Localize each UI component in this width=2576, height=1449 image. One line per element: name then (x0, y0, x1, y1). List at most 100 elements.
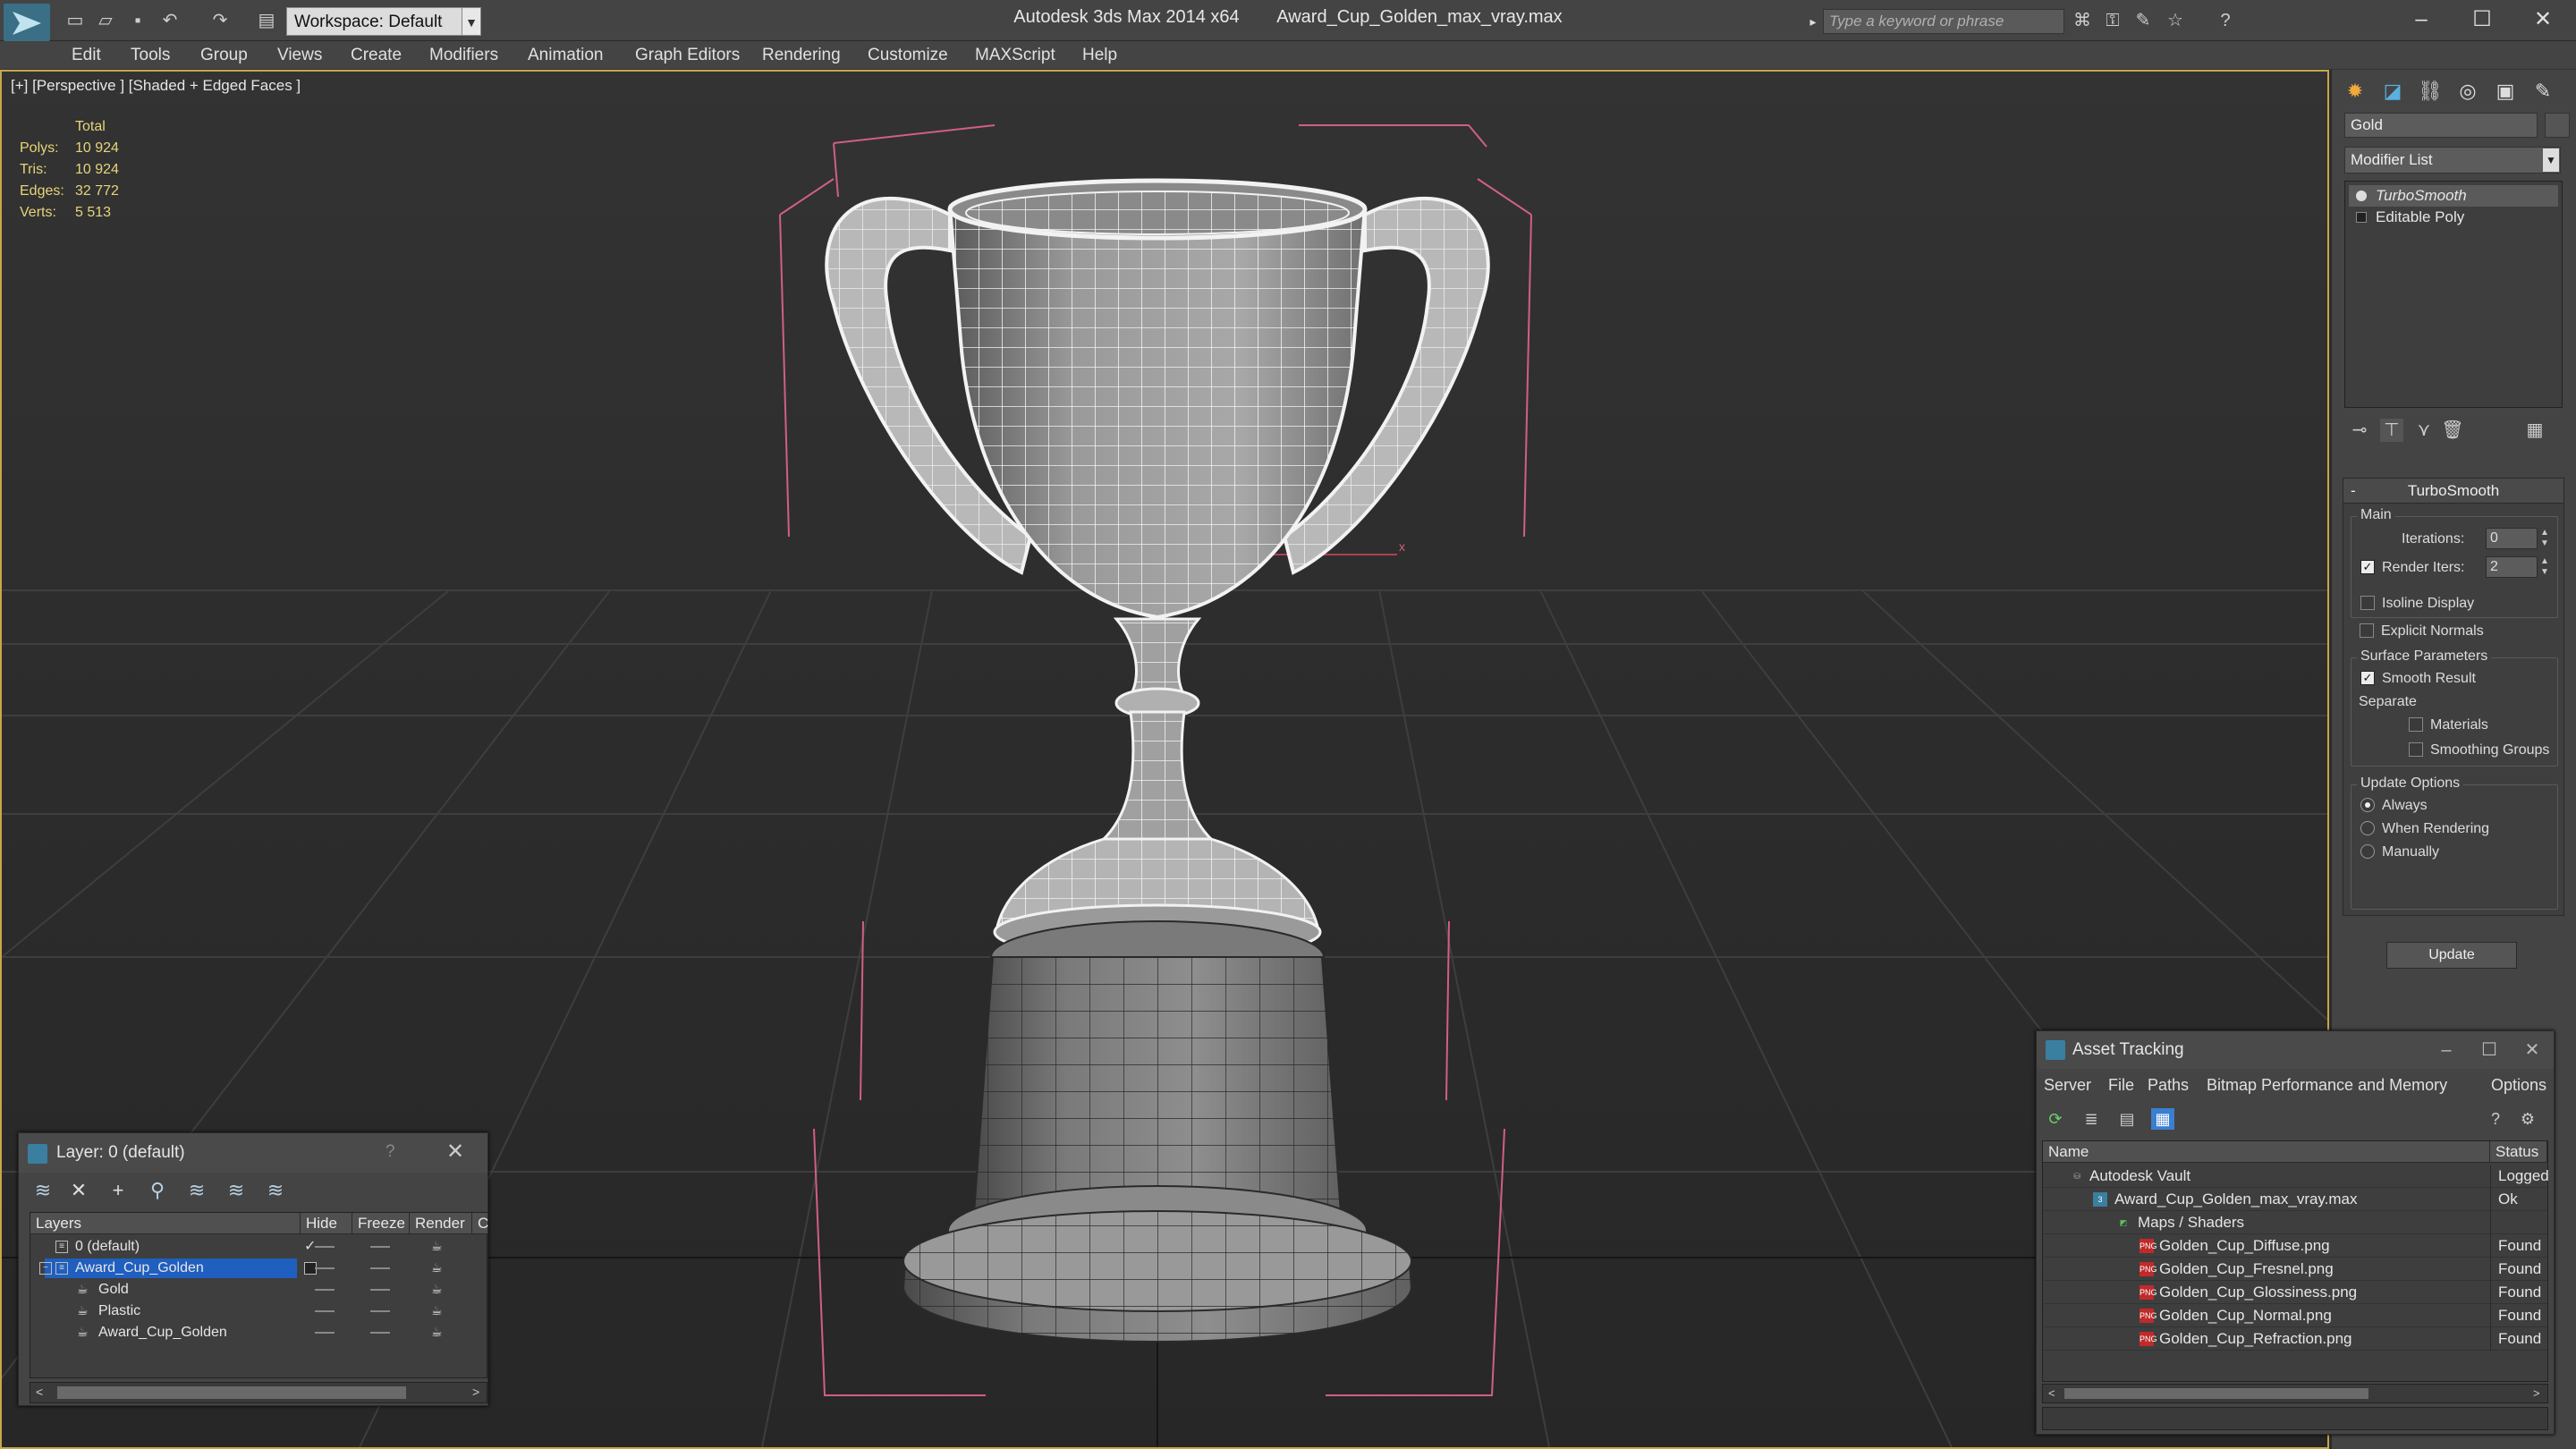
thumbnail-view-icon[interactable]: ▤ (2115, 1108, 2139, 1130)
asset-row[interactable]: ⛁ Autodesk Vault Logged (2043, 1165, 2549, 1188)
menu-rendering[interactable]: Rendering (762, 41, 841, 70)
list-view-icon[interactable]: ≣ (2080, 1108, 2103, 1130)
chevron-down-icon[interactable]: ▼ (2543, 148, 2559, 172)
render-teapot-icon[interactable]: ☕ (431, 1240, 449, 1252)
menu-paths[interactable]: Paths (2148, 1071, 2189, 1099)
save-icon[interactable]: ▪ (127, 11, 148, 30)
asset-row[interactable]: 3 Award_Cup_Golden_max_vray.max Ok (2043, 1188, 2547, 1211)
col-hide[interactable]: Hide (301, 1213, 352, 1234)
render-teapot-icon[interactable]: ☕ (431, 1304, 449, 1317)
stack-item-turbosmooth[interactable]: TurboSmooth (2349, 185, 2558, 207)
scroll-right-icon[interactable]: > (472, 1385, 479, 1399)
freeze-toggle[interactable] (370, 1310, 390, 1312)
menu-server[interactable]: Server (2044, 1071, 2091, 1099)
show-end-result-icon[interactable]: ⊤ (2380, 419, 2403, 442)
col-name[interactable]: Name (2043, 1141, 2490, 1163)
hide-toggle[interactable] (315, 1267, 335, 1269)
display-tab-icon[interactable]: ▣ (2489, 75, 2521, 107)
viewport-label[interactable]: [+] [Perspective ] [Shaded + Edged Faces… (11, 77, 301, 95)
maximize-button[interactable]: ☐ (2471, 1035, 2507, 1065)
menu-help[interactable]: Help (1082, 41, 1117, 70)
menu-animation[interactable]: Animation (528, 41, 604, 70)
menu-options[interactable]: Options (2491, 1071, 2546, 1099)
layer-dialog-title[interactable]: Layer: 0 (default) (19, 1133, 487, 1173)
search-expand-icon[interactable]: ▸ (1805, 9, 1821, 34)
hide-all-icon[interactable]: ≋ (223, 1178, 250, 1203)
menu-tools[interactable]: Tools (131, 41, 170, 70)
layer-row[interactable]: − ≡ Award_Cup_Golden ☕ (30, 1258, 487, 1279)
manually-radio[interactable] (2360, 844, 2375, 859)
scroll-left-icon[interactable]: < (36, 1385, 43, 1399)
when-rendering-radio[interactable] (2360, 821, 2375, 835)
select-objects-icon[interactable]: ⚲ (144, 1178, 171, 1203)
render-teapot-icon[interactable]: ☕ (431, 1326, 449, 1338)
smooth-result-checkbox[interactable]: ✓ (2360, 671, 2375, 685)
motion-tab-icon[interactable]: ◎ (2452, 75, 2484, 107)
render-teapot-icon[interactable]: ☕ (431, 1261, 449, 1274)
redo-icon[interactable]: ↷ (209, 11, 231, 30)
hide-toggle[interactable] (315, 1246, 335, 1248)
workspace-dropdown[interactable]: Workspace: Default (286, 7, 481, 36)
explicit-normals-checkbox[interactable] (2360, 623, 2374, 638)
help-icon[interactable]: ? (2215, 11, 2236, 30)
render-iters-checkbox[interactable]: ✓ (2360, 560, 2375, 574)
close-button[interactable]: ✕ (2514, 1035, 2550, 1065)
configure-sets-icon[interactable]: ▦ (2523, 419, 2546, 442)
collapse-icon[interactable]: - (2351, 479, 2356, 504)
spinner-arrows-icon[interactable]: ▲ ▼ (2539, 528, 2550, 549)
delete-layer-icon[interactable]: ✕ (65, 1178, 92, 1203)
communication-icon[interactable]: ✎ (2132, 11, 2154, 30)
horizontal-scrollbar[interactable]: < > (2042, 1384, 2548, 1403)
menu-maxscript[interactable]: MAXScript (975, 41, 1055, 70)
hide-toggle[interactable] (315, 1310, 335, 1312)
scroll-right-icon[interactable]: > (2533, 1386, 2540, 1400)
menu-create[interactable]: Create (351, 41, 402, 70)
isoline-display-checkbox[interactable] (2360, 596, 2375, 610)
help-icon[interactable]: ? (386, 1142, 395, 1162)
horizontal-scrollbar[interactable]: < > (30, 1382, 487, 1403)
remove-modifier-icon[interactable]: 🗑 (2441, 419, 2464, 442)
freeze-toggle[interactable] (370, 1332, 390, 1334)
favorites-star-icon[interactable]: ☆ (2165, 11, 2186, 30)
render-teapot-icon[interactable]: ☕ (431, 1283, 449, 1295)
col-layers[interactable]: Layers (30, 1213, 301, 1234)
scrollbar-thumb[interactable] (2064, 1388, 2368, 1399)
layer-row[interactable]: ☕ Gold ☕ (30, 1279, 487, 1301)
create-layer-icon[interactable]: ≋ (30, 1178, 56, 1203)
col-color[interactable]: C (472, 1213, 488, 1234)
project-folder-icon[interactable]: ▤ (256, 11, 277, 30)
always-radio[interactable] (2360, 798, 2375, 812)
asset-row[interactable]: ◩ Maps / Shaders (2043, 1211, 2547, 1234)
minimize-button[interactable]: – (2390, 2, 2453, 38)
utilities-tab-icon[interactable]: ✎ (2527, 75, 2559, 107)
materials-checkbox[interactable] (2409, 717, 2423, 732)
layer-row[interactable]: ☕ Plastic ☕ (30, 1301, 487, 1322)
asset-path-field[interactable] (2042, 1407, 2548, 1430)
chevron-down-icon[interactable]: ▼ (462, 7, 481, 36)
modify-tab-icon[interactable]: ◪ (2377, 75, 2409, 107)
pin-stack-icon[interactable]: ⊸ (2348, 419, 2371, 442)
menu-modifiers[interactable]: Modifiers (429, 41, 498, 70)
hide-toggle[interactable] (315, 1289, 335, 1291)
highlight-layer-icon[interactable]: ≋ (183, 1178, 210, 1203)
close-icon[interactable]: ✕ (446, 1139, 464, 1165)
asset-row[interactable]: PNG Golden_Cup_Fresnel.png Found (2043, 1258, 2547, 1281)
freeze-toggle[interactable] (370, 1246, 390, 1248)
undo-icon[interactable]: ↶ (159, 11, 181, 30)
update-button[interactable]: Update (2386, 942, 2517, 969)
asset-row[interactable]: PNG Golden_Cup_Diffuse.png Found (2043, 1234, 2547, 1258)
col-freeze[interactable]: Freeze (352, 1213, 410, 1234)
lightbulb-icon[interactable] (2356, 191, 2367, 201)
menu-customize[interactable]: Customize (868, 41, 948, 70)
binoculars-icon[interactable]: ⌘ (2072, 11, 2093, 30)
collapse-icon[interactable]: − (39, 1262, 52, 1275)
minimize-button[interactable]: – (2428, 1035, 2464, 1065)
layer-row[interactable]: ≡ 0 (default) ✓ ☕ (30, 1236, 487, 1258)
stack-item-editable-poly[interactable]: Editable Poly (2349, 207, 2558, 228)
asset-row[interactable]: PNG Golden_Cup_Refraction.png Found (2043, 1327, 2547, 1351)
key-icon[interactable]: ⚿ (2102, 11, 2123, 30)
object-name-field[interactable]: Gold (2344, 113, 2538, 138)
asset-row[interactable]: PNG Golden_Cup_Glossiness.png Found (2043, 1281, 2547, 1304)
maximize-button[interactable]: ☐ (2451, 2, 2513, 38)
asset-row[interactable]: PNG Golden_Cup_Normal.png Found (2043, 1304, 2547, 1327)
